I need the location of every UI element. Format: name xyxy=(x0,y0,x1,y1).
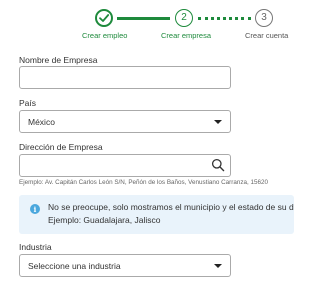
country-label: País xyxy=(19,98,37,108)
step-3-indicator: 3 xyxy=(255,9,273,27)
company-name-input[interactable] xyxy=(19,66,231,89)
address-field-wrapper xyxy=(19,154,231,177)
step-1-completed-icon xyxy=(95,9,113,27)
step-connector-2 xyxy=(198,17,251,20)
country-select[interactable]: México xyxy=(19,110,231,133)
chevron-down-icon xyxy=(214,264,222,268)
info-text-line-1: No se preocupe, solo mostramos el munici… xyxy=(48,202,294,212)
country-selected-value: México xyxy=(28,116,55,127)
progress-stepper: 2 3 Crear empleo Crear empresa Crear cue… xyxy=(0,0,288,44)
chevron-down-icon xyxy=(214,120,222,124)
step-3-number: 3 xyxy=(261,12,267,23)
step-1-label: Crear empleo xyxy=(82,31,128,40)
info-text-line-2: Ejemplo: Guadalajara, Jalisco xyxy=(48,215,161,225)
industry-select[interactable]: Seleccione una industria xyxy=(19,254,231,277)
info-icon: i xyxy=(30,204,40,214)
address-input[interactable] xyxy=(19,154,231,177)
step-connector-1 xyxy=(117,17,170,20)
industry-selected-value: Seleccione una industria xyxy=(28,260,121,271)
company-name-label: Nombre de Empresa xyxy=(19,55,98,65)
step-2-indicator: 2 xyxy=(175,9,193,27)
step-2-number: 2 xyxy=(181,12,187,23)
industry-label: Industria xyxy=(19,242,52,252)
step-2-label: Crear empresa xyxy=(161,31,212,40)
address-hint: Ejemplo: Av. Capitán Carlos León S/N, Pe… xyxy=(19,179,269,186)
search-icon[interactable] xyxy=(211,158,225,172)
address-label: Dirección de Empresa xyxy=(19,142,103,152)
info-notice: i No se preocupe, solo mostramos el muni… xyxy=(19,195,294,234)
step-3-label: Crear cuenta xyxy=(245,31,289,40)
